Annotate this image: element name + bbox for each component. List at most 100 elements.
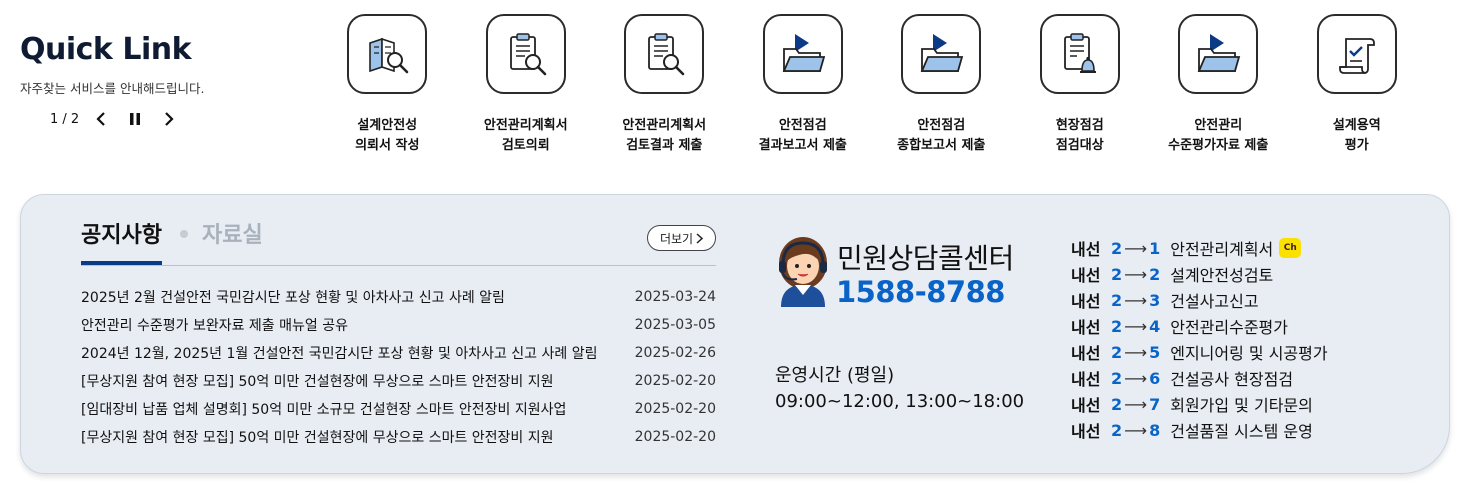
- more-button[interactable]: 더보기: [647, 225, 716, 251]
- quick-link-icon-box: [347, 14, 428, 94]
- notice-tabs: 공지사항 자료실: [81, 217, 263, 265]
- notice-title: 2024년 12월, 2025년 1월 건설안전 국민감시단 포상 현황 및 아…: [81, 346, 598, 362]
- arrow-right-icon: ⟶: [1124, 316, 1148, 336]
- call-center-hours-label: 운영시간 (평일): [775, 365, 895, 386]
- call-center-agent-icon: [779, 237, 827, 307]
- quick-link-label: 설계용역 평가: [1332, 118, 1381, 153]
- notice-row[interactable]: 2025년 2월 건설안전 국민감시단 포상 현황 및 아차사고 신고 사례 알…: [81, 283, 716, 311]
- extension-prefix: 내선: [1071, 344, 1101, 363]
- quick-link-item[interactable]: 설계용역 평가: [1288, 14, 1427, 155]
- extension-to: 3: [1149, 290, 1161, 310]
- extension-from: 2: [1111, 290, 1123, 310]
- call-center-name: 민원상담콜센터: [837, 242, 1014, 275]
- document-search-icon: [509, 33, 547, 76]
- extension-from: 2: [1111, 394, 1123, 414]
- quick-link-icon-box: [1039, 14, 1120, 94]
- quick-link-label: 안전관리 수준평가자료 제출: [1168, 118, 1269, 153]
- extension-label: 안전관리계획서: [1170, 240, 1274, 259]
- notice-row[interactable]: [임대장비 납품 업체 설명회] 50억 미만 소규모 건설현장 스마트 안전장…: [81, 395, 716, 423]
- extension-to: 5: [1149, 342, 1161, 362]
- extension-from: 2: [1111, 264, 1123, 284]
- pause-icon: [130, 113, 140, 125]
- extension-row: 내선 2 ⟶ 2 설계안전성검토: [1071, 261, 1328, 287]
- quick-link-label: 안전점검 결과보고서 제출: [758, 118, 847, 153]
- extension-row: 내선 2 ⟶ 5 엔지니어링 및 시공평가: [1071, 339, 1328, 365]
- extension-row: 내선 2 ⟶ 7 회원가입 및 기타문의: [1071, 391, 1328, 417]
- notice-date: 2025-02-20: [634, 401, 716, 417]
- quick-link-item[interactable]: 안전점검 종합보고서 제출: [872, 14, 1011, 155]
- tab-archive[interactable]: 자료실: [202, 217, 263, 265]
- quick-link-subtitle: 자주찾는 서비스를 안내해드립니다.: [20, 81, 205, 96]
- arrow-right-icon: ⟶: [1124, 290, 1148, 310]
- quick-link-icon-box: [1316, 14, 1397, 94]
- quick-link-label: 현장점검 점검대상: [1055, 118, 1104, 153]
- extension-to: 8: [1149, 420, 1161, 440]
- extension-row: 내선 2 ⟶ 8 건설품질 시스템 운영: [1071, 417, 1328, 443]
- pager-next-button[interactable]: [152, 108, 186, 130]
- arrow-right-icon: ⟶: [1124, 264, 1148, 284]
- kakao-channel-icon[interactable]: Ch: [1279, 238, 1302, 258]
- extension-from: 2: [1111, 342, 1123, 362]
- extension-label: 엔지니어링 및 시공평가: [1170, 344, 1328, 363]
- notice-row[interactable]: [무상지원 참여 현장 모집] 50억 미만 건설현장에 무상으로 스마트 안전…: [81, 423, 716, 451]
- extension-row: 내선 2 ⟶ 4 안전관리수준평가: [1071, 313, 1328, 339]
- quick-link-item[interactable]: 안전관리계획서 검토의뢰: [457, 14, 596, 155]
- extension-prefix: 내선: [1071, 240, 1101, 259]
- quick-link-item[interactable]: 안전관리계획서 검토결과 제출: [595, 14, 734, 155]
- extension-row: 내선 2 ⟶ 3 건설사고신고: [1071, 287, 1328, 313]
- extension-label: 건설공사 현장점검: [1170, 370, 1294, 389]
- quick-link-icon-box: [485, 14, 566, 94]
- more-button-label: 더보기: [659, 231, 694, 246]
- quick-link-item[interactable]: 설계안전성 의뢰서 작성: [318, 14, 457, 155]
- extension-prefix: 내선: [1071, 318, 1101, 337]
- extension-from: 2: [1111, 420, 1123, 440]
- extension-label: 건설사고신고: [1170, 292, 1259, 311]
- quick-link-title: Quick Link: [20, 32, 192, 67]
- blueprint-search-icon: [369, 37, 409, 74]
- extension-label: 회원가입 및 기타문의: [1170, 396, 1313, 415]
- notice-date: 2025-03-05: [634, 317, 716, 333]
- quick-link-icon-box: [1178, 14, 1259, 94]
- tab-separator-dot: [179, 230, 188, 238]
- quick-link-item[interactable]: 안전점검 결과보고서 제출: [734, 14, 873, 155]
- quick-link-label: 안전관리계획서 검토결과 제출: [622, 118, 707, 153]
- pager-prev-button[interactable]: [84, 108, 118, 130]
- notice-title: [무상지원 참여 현장 모집] 50억 미만 건설현장에 무상으로 스마트 안전…: [81, 430, 554, 446]
- call-center-hours: 09:00~12:00, 13:00~18:00: [775, 391, 1025, 412]
- folder-play-icon: [782, 34, 825, 72]
- notice-row[interactable]: [무상지원 참여 현장 모집] 50억 미만 건설현장에 무상으로 스마트 안전…: [81, 367, 716, 395]
- notice-title: 2025년 2월 건설안전 국민감시단 포상 현황 및 아차사고 신고 사례 알…: [81, 290, 505, 306]
- extension-to: 6: [1149, 368, 1161, 388]
- document-bell-icon: [1063, 33, 1096, 73]
- arrow-right-icon: ⟶: [1124, 394, 1148, 414]
- pager-pause-button[interactable]: [118, 108, 152, 130]
- call-center-phone[interactable]: 1588-8788: [836, 275, 1005, 309]
- scroll-check-icon: [1338, 38, 1375, 74]
- extension-from: 2: [1111, 316, 1123, 336]
- document-search-icon: [648, 33, 685, 76]
- extension-to: 1: [1149, 238, 1161, 258]
- folder-play-icon: [1197, 34, 1241, 72]
- extension-row: 내선 2 ⟶ 1 안전관리계획서 Ch: [1071, 235, 1328, 261]
- quick-link-icon-box: [624, 14, 705, 94]
- extension-prefix: 내선: [1071, 422, 1101, 441]
- extension-to: 7: [1149, 394, 1161, 414]
- arrow-right-icon: ⟶: [1124, 368, 1148, 388]
- chevron-right-icon: [165, 112, 174, 126]
- quick-link-item[interactable]: 안전관리 수준평가자료 제출: [1149, 14, 1288, 155]
- tab-notices[interactable]: 공지사항: [81, 217, 162, 265]
- notice-title: 안전관리 수준평가 보완자료 제출 매뉴얼 공유: [81, 318, 348, 334]
- notice-row[interactable]: 안전관리 수준평가 보완자료 제출 매뉴얼 공유 2025-03-05: [81, 311, 716, 339]
- quick-link-item[interactable]: 현장점검 점검대상: [1011, 14, 1150, 155]
- notice-date: 2025-02-20: [634, 429, 716, 445]
- quick-link-icon-box: [901, 14, 982, 94]
- quick-link-pager: 1 / 2: [50, 108, 186, 130]
- arrow-right-icon: ⟶: [1124, 238, 1148, 258]
- extension-prefix: 내선: [1071, 370, 1101, 389]
- folder-play-icon: [920, 34, 964, 72]
- notice-list: 2025년 2월 건설안전 국민감시단 포상 현황 및 아차사고 신고 사례 알…: [81, 283, 716, 451]
- info-panel: 공지사항 자료실 더보기 2025년 2월 건설안전 국민감시단 포상 현황 및…: [20, 194, 1450, 474]
- chevron-left-icon: [96, 112, 105, 126]
- notice-row[interactable]: 2024년 12월, 2025년 1월 건설안전 국민감시단 포상 현황 및 아…: [81, 339, 716, 367]
- extension-from: 2: [1111, 238, 1123, 258]
